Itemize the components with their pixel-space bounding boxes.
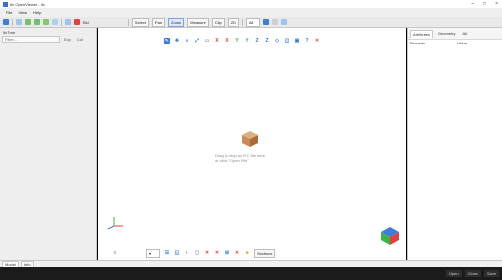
building-label: Bld <box>83 19 89 25</box>
clear-icon[interactable]: ✕ <box>314 38 320 44</box>
toolbar-separator <box>12 18 13 26</box>
axis-plus-z-icon[interactable]: Z <box>264 38 270 44</box>
iso-view-icon[interactable]: ◇ <box>274 38 280 44</box>
layout-icon[interactable] <box>280 19 287 25</box>
zoom-tool-button[interactable]: Zoom <box>168 17 185 27</box>
tree-panel-title: IfcTree <box>3 30 16 35</box>
axis-plus-x-icon[interactable]: X <box>224 38 230 44</box>
3d-viewport[interactable]: ↖ ✥ ⌕ ⤢ ▭ X X Y Y Z Z ◇ ◫ ▣ ? ✕ Drag & d… <box>98 28 406 260</box>
axis-gizmo-icon <box>107 217 123 230</box>
pan-tool-button[interactable]: Pan <box>151 17 166 27</box>
delete-icon[interactable] <box>74 19 80 25</box>
view-select[interactable]: All <box>245 17 260 27</box>
folder-icon[interactable] <box>65 19 71 25</box>
tab-geometry[interactable]: Geometry <box>436 30 458 38</box>
sections-button[interactable]: Sections <box>254 248 276 258</box>
help-icon[interactable]: ? <box>304 38 310 44</box>
axis-plus-y-icon[interactable]: Y <box>244 38 250 44</box>
collapse-all-button[interactable]: Col <box>75 36 85 43</box>
remove-y-icon[interactable]: ✕ <box>214 250 220 256</box>
menu-view[interactable]: View <box>18 10 27 15</box>
status-save-button[interactable]: Save <box>483 270 499 277</box>
title-bar: Ifc OpenViewer - ifc – □ × <box>0 0 502 8</box>
toolbar-separator <box>241 18 243 26</box>
maximize-icon[interactable]: □ <box>483 1 486 7</box>
tab-all[interactable]: All <box>460 30 468 38</box>
status-bar: Open Close Save <box>0 267 502 280</box>
tree-panel: IfcTree Exp Col <box>0 28 97 260</box>
folder-open-icon[interactable]: ■ <box>244 250 250 256</box>
window-title: Ifc OpenViewer - ifc <box>10 1 45 7</box>
move-icon[interactable]: ✥ <box>174 38 180 44</box>
viewport-toolbar: ↖ ✥ ⌕ ⤢ ▭ X X Y Y Z Z ◇ ◫ ▣ ? ✕ <box>164 38 320 44</box>
export-icon[interactable] <box>43 19 49 25</box>
layers-icon[interactable]: ☰ <box>164 250 170 256</box>
remove-x-icon[interactable]: ✕ <box>204 250 210 256</box>
bottom-tabs: Model Info <box>0 260 502 268</box>
tab-attributes[interactable]: Attributes <box>410 30 433 38</box>
minimize-icon[interactable]: – <box>471 1 474 7</box>
main-toolbar: Bld Select Pan Zoom Measure Clip 2D All <box>0 17 502 28</box>
empty-message-line-2: or click "Open File" <box>215 158 249 163</box>
expand-all-button[interactable]: Exp <box>62 36 73 43</box>
properties-panel: Attributes Geometry All Property Value <box>407 28 502 260</box>
section-icon[interactable]: ◫ <box>284 38 290 44</box>
status-open-button[interactable]: Open <box>445 270 462 277</box>
ruler-icon[interactable]: ⊞ <box>224 250 230 256</box>
box-select-icon[interactable]: ▭ <box>204 38 210 44</box>
snapshot-icon[interactable]: ▣ <box>294 38 300 44</box>
axis-minus-y-icon[interactable]: Y <box>234 38 240 44</box>
menu-file[interactable]: File <box>6 10 12 15</box>
axis-minus-z-icon[interactable]: Z <box>254 38 260 44</box>
menu-icon[interactable]: ≡ <box>112 250 118 256</box>
lock-icon[interactable]: ▢ <box>194 250 200 256</box>
properties-table-body[interactable] <box>408 44 502 260</box>
zoom-icon[interactable]: ⌕ <box>184 38 190 44</box>
empty-viewport-message: Drag & drop an IFC file here or click "O… <box>215 153 295 163</box>
close-icon[interactable]: × <box>495 1 498 7</box>
copy-icon[interactable] <box>52 19 58 25</box>
view-mode-icon[interactable] <box>262 19 269 25</box>
status-close-button[interactable]: Close <box>464 270 481 277</box>
navigation-cube-icon[interactable] <box>380 226 400 246</box>
save-icon[interactable] <box>25 19 31 25</box>
refresh-icon[interactable] <box>34 19 40 25</box>
menu-bar: File View Help <box>0 8 502 17</box>
menu-help[interactable]: Help <box>33 10 41 15</box>
clip-tool-button[interactable]: Clip <box>211 17 225 27</box>
app-icon <box>3 1 8 7</box>
measure-tool-button[interactable]: Measure <box>187 17 209 27</box>
toolbar-separator <box>127 18 129 26</box>
fit-icon[interactable]: ⤢ <box>194 38 200 44</box>
axis-minus-x-icon[interactable]: X <box>214 38 220 44</box>
toolbar-separator <box>61 18 62 26</box>
2d-view-button[interactable]: 2D <box>227 17 239 27</box>
open-file-icon[interactable] <box>3 19 9 25</box>
wireframe-icon[interactable]: ◱ <box>174 250 180 256</box>
tree-filter-input[interactable] <box>2 36 60 43</box>
viewport-bottom-toolbar: ≡ ▾ ☰ ◱ ◐ ▢ ✕ ✕ ⊞ ✕ ■ Sections <box>98 246 406 260</box>
close-section-icon[interactable]: ✕ <box>234 250 240 256</box>
cursor-icon[interactable]: ↖ <box>164 38 170 44</box>
grid-icon[interactable] <box>271 19 278 25</box>
empty-model-cube-icon <box>242 131 258 147</box>
visibility-select[interactable]: ▾ <box>146 248 160 258</box>
new-icon[interactable] <box>16 19 22 25</box>
shading-icon[interactable]: ◐ <box>184 250 190 256</box>
select-tool-button[interactable]: Select <box>131 17 149 27</box>
